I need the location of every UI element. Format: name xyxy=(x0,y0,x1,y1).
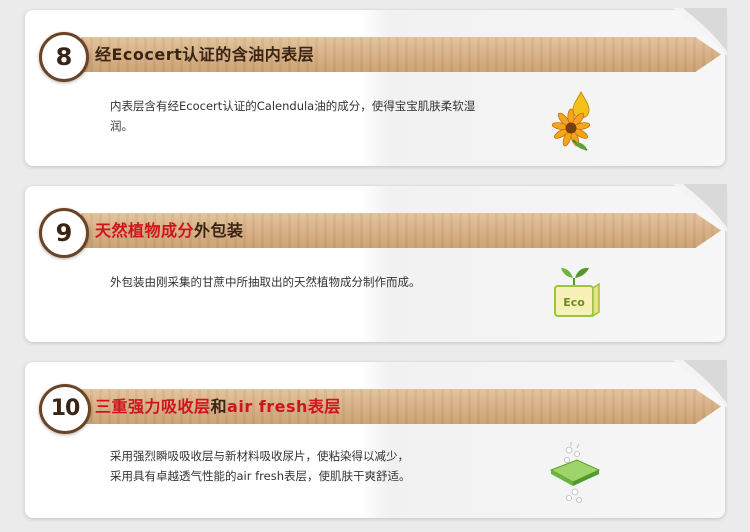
feature-card-9: 9 天然植物成分外包装 外包装由刚采集的甘蔗中所抽取出的天然植物成分制作而成。 … xyxy=(25,184,727,342)
title-highlight: 三重强力吸收层 xyxy=(95,397,211,416)
description-line: 采用具有卓越透气性能的air fresh表层，使肌肤干爽舒适。 xyxy=(110,469,411,483)
card-title: 天然植物成分外包装 xyxy=(95,213,244,248)
feature-card-10: 10 三重强力吸收层和air fresh表层 采用强烈瞬吸吸收层与新材料吸收尿片… xyxy=(25,360,727,518)
card-description: 内表层含有经Ecocert认证的Calendula油的成分，使得宝宝肌肤柔软湿润… xyxy=(110,99,476,133)
absorb-layer-icon xyxy=(549,442,601,503)
card-description: 外包装由刚采集的甘蔗中所抽取出的天然植物成分制作而成。 xyxy=(110,275,421,289)
card-title: 三重强力吸收层和air fresh表层 xyxy=(95,389,341,424)
description-line: 采用强烈瞬吸吸收层与新材料吸收尿片，使粘染得以减少， xyxy=(110,449,409,463)
card-title: 经Ecocert认证的含油内表层 xyxy=(95,37,314,72)
eco-box-icon: Eco xyxy=(554,267,600,318)
number-badge: 10 xyxy=(39,384,91,434)
card-description: 采用强烈瞬吸吸收层与新材料吸收尿片，使粘染得以减少， 采用具有卓越透气性能的ai… xyxy=(110,446,510,486)
title-highlight-2: air fresh表层 xyxy=(227,397,341,416)
number-badge: 9 xyxy=(39,208,89,258)
title-text: 外包装 xyxy=(194,221,244,240)
number-badge: 8 xyxy=(39,32,89,82)
feature-card-8: 8 经Ecocert认证的含油内表层 内表层含有经Ecocert认证的Calen… xyxy=(25,8,727,166)
title-highlight: 天然植物成分 xyxy=(95,221,195,240)
flower-oil-icon xyxy=(551,90,591,151)
eco-label: Eco xyxy=(563,296,585,309)
title-text: 和 xyxy=(210,397,228,416)
title-text: 经Ecocert认证的含油内表层 xyxy=(95,45,315,64)
